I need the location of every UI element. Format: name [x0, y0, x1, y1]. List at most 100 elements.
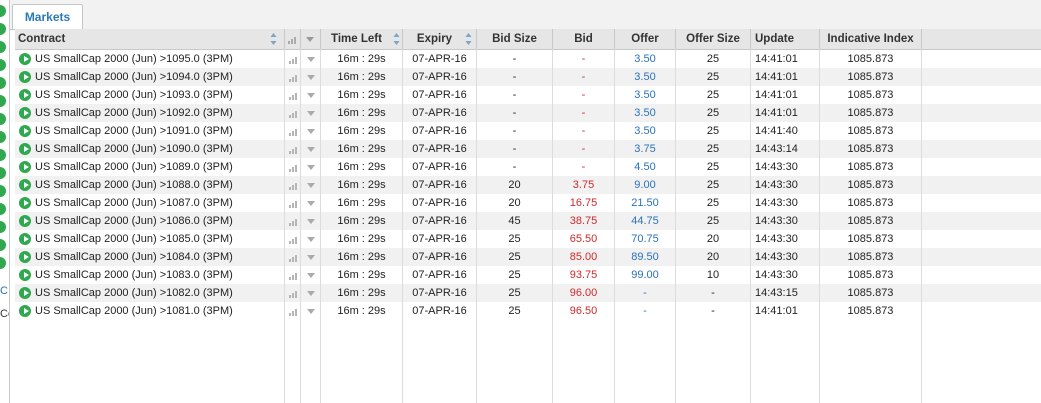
cell-contract[interactable]: US SmallCap 2000 (Jun) >1081.0 (3PM)	[15, 302, 285, 320]
play-circle-icon[interactable]	[19, 107, 31, 119]
dropdown-arrow-icon[interactable]	[307, 183, 315, 188]
column-header-indicative-index[interactable]: Indicative Index	[820, 29, 922, 49]
dropdown-arrow-icon[interactable]	[307, 129, 315, 134]
dropdown-arrow-icon[interactable]	[307, 201, 315, 206]
table-row[interactable]: US SmallCap 2000 (Jun) >1087.0 (3PM) 16m …	[15, 194, 1041, 212]
cell-signal[interactable]	[285, 158, 301, 176]
play-circle-icon[interactable]	[19, 125, 31, 137]
column-header-signal[interactable]	[285, 29, 301, 49]
cell-signal[interactable]	[285, 176, 301, 194]
cell-signal[interactable]	[285, 230, 301, 248]
table-row[interactable]: US SmallCap 2000 (Jun) >1090.0 (3PM) 16m …	[15, 140, 1041, 158]
dropdown-arrow-icon[interactable]	[307, 219, 315, 224]
cell-menu[interactable]	[301, 266, 321, 284]
table-row[interactable]: US SmallCap 2000 (Jun) >1085.0 (3PM) 16m …	[15, 230, 1041, 248]
column-header-contract[interactable]: Contract	[15, 29, 285, 49]
cell-signal[interactable]	[285, 266, 301, 284]
play-circle-icon[interactable]	[19, 89, 31, 101]
dropdown-arrow-icon[interactable]	[307, 309, 315, 314]
cell-menu[interactable]	[301, 302, 321, 320]
dropdown-arrow-icon[interactable]	[307, 255, 315, 260]
cell-menu[interactable]	[301, 86, 321, 104]
cell-contract[interactable]: US SmallCap 2000 (Jun) >1084.0 (3PM)	[15, 248, 285, 266]
dropdown-arrow-icon[interactable]	[307, 75, 315, 80]
tab-markets[interactable]: Markets	[12, 4, 83, 29]
play-circle-icon[interactable]	[19, 197, 31, 209]
table-row[interactable]: US SmallCap 2000 (Jun) >1089.0 (3PM) 16m …	[15, 158, 1041, 176]
play-circle-icon[interactable]	[19, 143, 31, 155]
cell-contract[interactable]: US SmallCap 2000 (Jun) >1094.0 (3PM)	[15, 68, 285, 86]
dropdown-arrow-icon[interactable]	[307, 93, 315, 98]
cell-contract[interactable]: US SmallCap 2000 (Jun) >1095.0 (3PM)	[15, 50, 285, 68]
cell-signal[interactable]	[285, 302, 301, 320]
cell-menu[interactable]	[301, 248, 321, 266]
play-circle-icon[interactable]	[19, 71, 31, 83]
play-circle-icon[interactable]	[19, 233, 31, 245]
cell-menu[interactable]	[301, 122, 321, 140]
cell-signal[interactable]	[285, 86, 301, 104]
dropdown-arrow-icon[interactable]	[307, 237, 315, 242]
dropdown-arrow-icon[interactable]	[307, 165, 315, 170]
table-row[interactable]: US SmallCap 2000 (Jun) >1093.0 (3PM) 16m …	[15, 86, 1041, 104]
dropdown-arrow-icon[interactable]	[307, 57, 315, 62]
column-header-bid[interactable]: Bid	[553, 29, 615, 49]
cell-menu[interactable]	[301, 230, 321, 248]
table-row[interactable]: US SmallCap 2000 (Jun) >1084.0 (3PM) 16m …	[15, 248, 1041, 266]
play-circle-icon[interactable]	[19, 269, 31, 281]
table-row[interactable]: US SmallCap 2000 (Jun) >1092.0 (3PM) 16m …	[15, 104, 1041, 122]
table-row[interactable]: US SmallCap 2000 (Jun) >1088.0 (3PM) 16m …	[15, 176, 1041, 194]
table-row[interactable]: US SmallCap 2000 (Jun) >1081.0 (3PM) 16m …	[15, 302, 1041, 320]
cell-contract[interactable]: US SmallCap 2000 (Jun) >1086.0 (3PM)	[15, 212, 285, 230]
table-row[interactable]: US SmallCap 2000 (Jun) >1094.0 (3PM) 16m …	[15, 68, 1041, 86]
sort-arrows-icon[interactable]	[270, 32, 277, 46]
play-circle-icon[interactable]	[19, 251, 31, 263]
cell-contract[interactable]: US SmallCap 2000 (Jun) >1090.0 (3PM)	[15, 140, 285, 158]
cell-menu[interactable]	[301, 104, 321, 122]
dropdown-arrow-icon[interactable]	[307, 111, 315, 116]
cell-menu[interactable]	[301, 50, 321, 68]
column-header-menu[interactable]	[301, 29, 321, 49]
sort-arrows-icon[interactable]	[465, 32, 472, 46]
cell-menu[interactable]	[301, 194, 321, 212]
table-row[interactable]: US SmallCap 2000 (Jun) >1083.0 (3PM) 16m …	[15, 266, 1041, 284]
cell-contract[interactable]: US SmallCap 2000 (Jun) >1083.0 (3PM)	[15, 266, 285, 284]
column-header-offer[interactable]: Offer	[615, 29, 676, 49]
column-header-bid-size[interactable]: Bid Size	[477, 29, 553, 49]
play-circle-icon[interactable]	[19, 287, 31, 299]
cell-contract[interactable]: US SmallCap 2000 (Jun) >1093.0 (3PM)	[15, 86, 285, 104]
table-row[interactable]: US SmallCap 2000 (Jun) >1095.0 (3PM) 16m …	[15, 50, 1041, 68]
cell-contract[interactable]: US SmallCap 2000 (Jun) >1087.0 (3PM)	[15, 194, 285, 212]
dropdown-arrow-icon[interactable]	[307, 273, 315, 278]
table-row[interactable]: US SmallCap 2000 (Jun) >1086.0 (3PM) 16m …	[15, 212, 1041, 230]
cell-signal[interactable]	[285, 104, 301, 122]
cell-signal[interactable]	[285, 212, 301, 230]
column-header-update[interactable]: Update	[751, 29, 820, 49]
cell-signal[interactable]	[285, 248, 301, 266]
cell-signal[interactable]	[285, 68, 301, 86]
play-circle-icon[interactable]	[19, 179, 31, 191]
dropdown-arrow-icon[interactable]	[307, 147, 315, 152]
play-circle-icon[interactable]	[19, 305, 31, 317]
cell-signal[interactable]	[285, 122, 301, 140]
play-circle-icon[interactable]	[19, 53, 31, 65]
cell-contract[interactable]: US SmallCap 2000 (Jun) >1091.0 (3PM)	[15, 122, 285, 140]
cell-signal[interactable]	[285, 50, 301, 68]
cell-menu[interactable]	[301, 284, 321, 302]
cell-contract[interactable]: US SmallCap 2000 (Jun) >1088.0 (3PM)	[15, 176, 285, 194]
cell-contract[interactable]: US SmallCap 2000 (Jun) >1092.0 (3PM)	[15, 104, 285, 122]
panel-divider[interactable]	[9, 0, 10, 403]
sort-arrows-icon[interactable]	[393, 32, 400, 46]
cell-menu[interactable]	[301, 140, 321, 158]
table-row[interactable]: US SmallCap 2000 (Jun) >1082.0 (3PM) 16m …	[15, 284, 1041, 302]
cell-signal[interactable]	[285, 140, 301, 158]
play-circle-icon[interactable]	[19, 215, 31, 227]
column-header-offer-size[interactable]: Offer Size	[676, 29, 751, 49]
column-header-time-left[interactable]: Time Left	[321, 29, 403, 49]
dropdown-arrow-icon[interactable]	[307, 291, 315, 296]
cell-contract[interactable]: US SmallCap 2000 (Jun) >1085.0 (3PM)	[15, 230, 285, 248]
cell-signal[interactable]	[285, 284, 301, 302]
table-row[interactable]: US SmallCap 2000 (Jun) >1091.0 (3PM) 16m …	[15, 122, 1041, 140]
cell-menu[interactable]	[301, 212, 321, 230]
cell-contract[interactable]: US SmallCap 2000 (Jun) >1089.0 (3PM)	[15, 158, 285, 176]
cell-menu[interactable]	[301, 176, 321, 194]
